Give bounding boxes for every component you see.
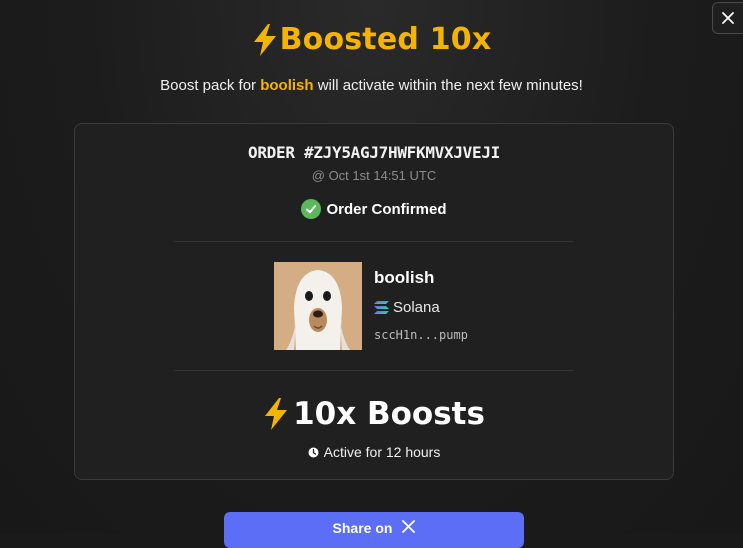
boost-duration: Active for 12 hours	[75, 444, 673, 460]
ghost-dog-avatar-icon	[274, 262, 362, 350]
token-chain: Solana	[374, 299, 440, 316]
boost-amount: 10x Boosts	[75, 396, 673, 432]
duration-text: Active for 12 hours	[323, 444, 441, 460]
token-address[interactable]: sccH1n...pump	[374, 328, 468, 342]
clock-icon	[308, 447, 319, 457]
title-text: Boosted 10x	[279, 22, 492, 57]
subtitle-prefix: Boost pack for	[160, 77, 257, 94]
modal-title: Boosted 10x	[0, 22, 743, 57]
divider-bottom	[174, 370, 574, 371]
chain-label: Solana	[393, 299, 440, 316]
status-text: Order Confirmed	[326, 200, 447, 218]
divider-top	[174, 241, 574, 242]
subtitle-suffix: will activate within the next few minute…	[317, 77, 583, 94]
order-status: Order Confirmed	[75, 199, 673, 219]
token-image	[274, 262, 362, 350]
check-circle-icon	[301, 199, 322, 219]
lightning-icon	[265, 398, 288, 430]
order-card: ORDER #ZJY5AGJ7HWFKMVXJVEJI @ Oct 1st 14…	[74, 123, 674, 480]
order-date: @ Oct 1st 14:51 UTC	[311, 168, 437, 183]
solana-icon	[374, 301, 389, 314]
share-on-x-button[interactable]: Share on	[224, 512, 524, 548]
lightning-icon	[252, 23, 278, 57]
boost-title: 10x Boosts	[293, 396, 485, 432]
subtitle-token-name: boolish	[260, 77, 314, 94]
x-logo-icon	[402, 520, 416, 533]
token-name: boolish	[374, 268, 435, 287]
order-id: ORDER #ZJY5AGJ7HWFKMVXJVEJI	[248, 143, 500, 162]
subtitle: Boost pack for boolish will activate wit…	[0, 77, 743, 94]
